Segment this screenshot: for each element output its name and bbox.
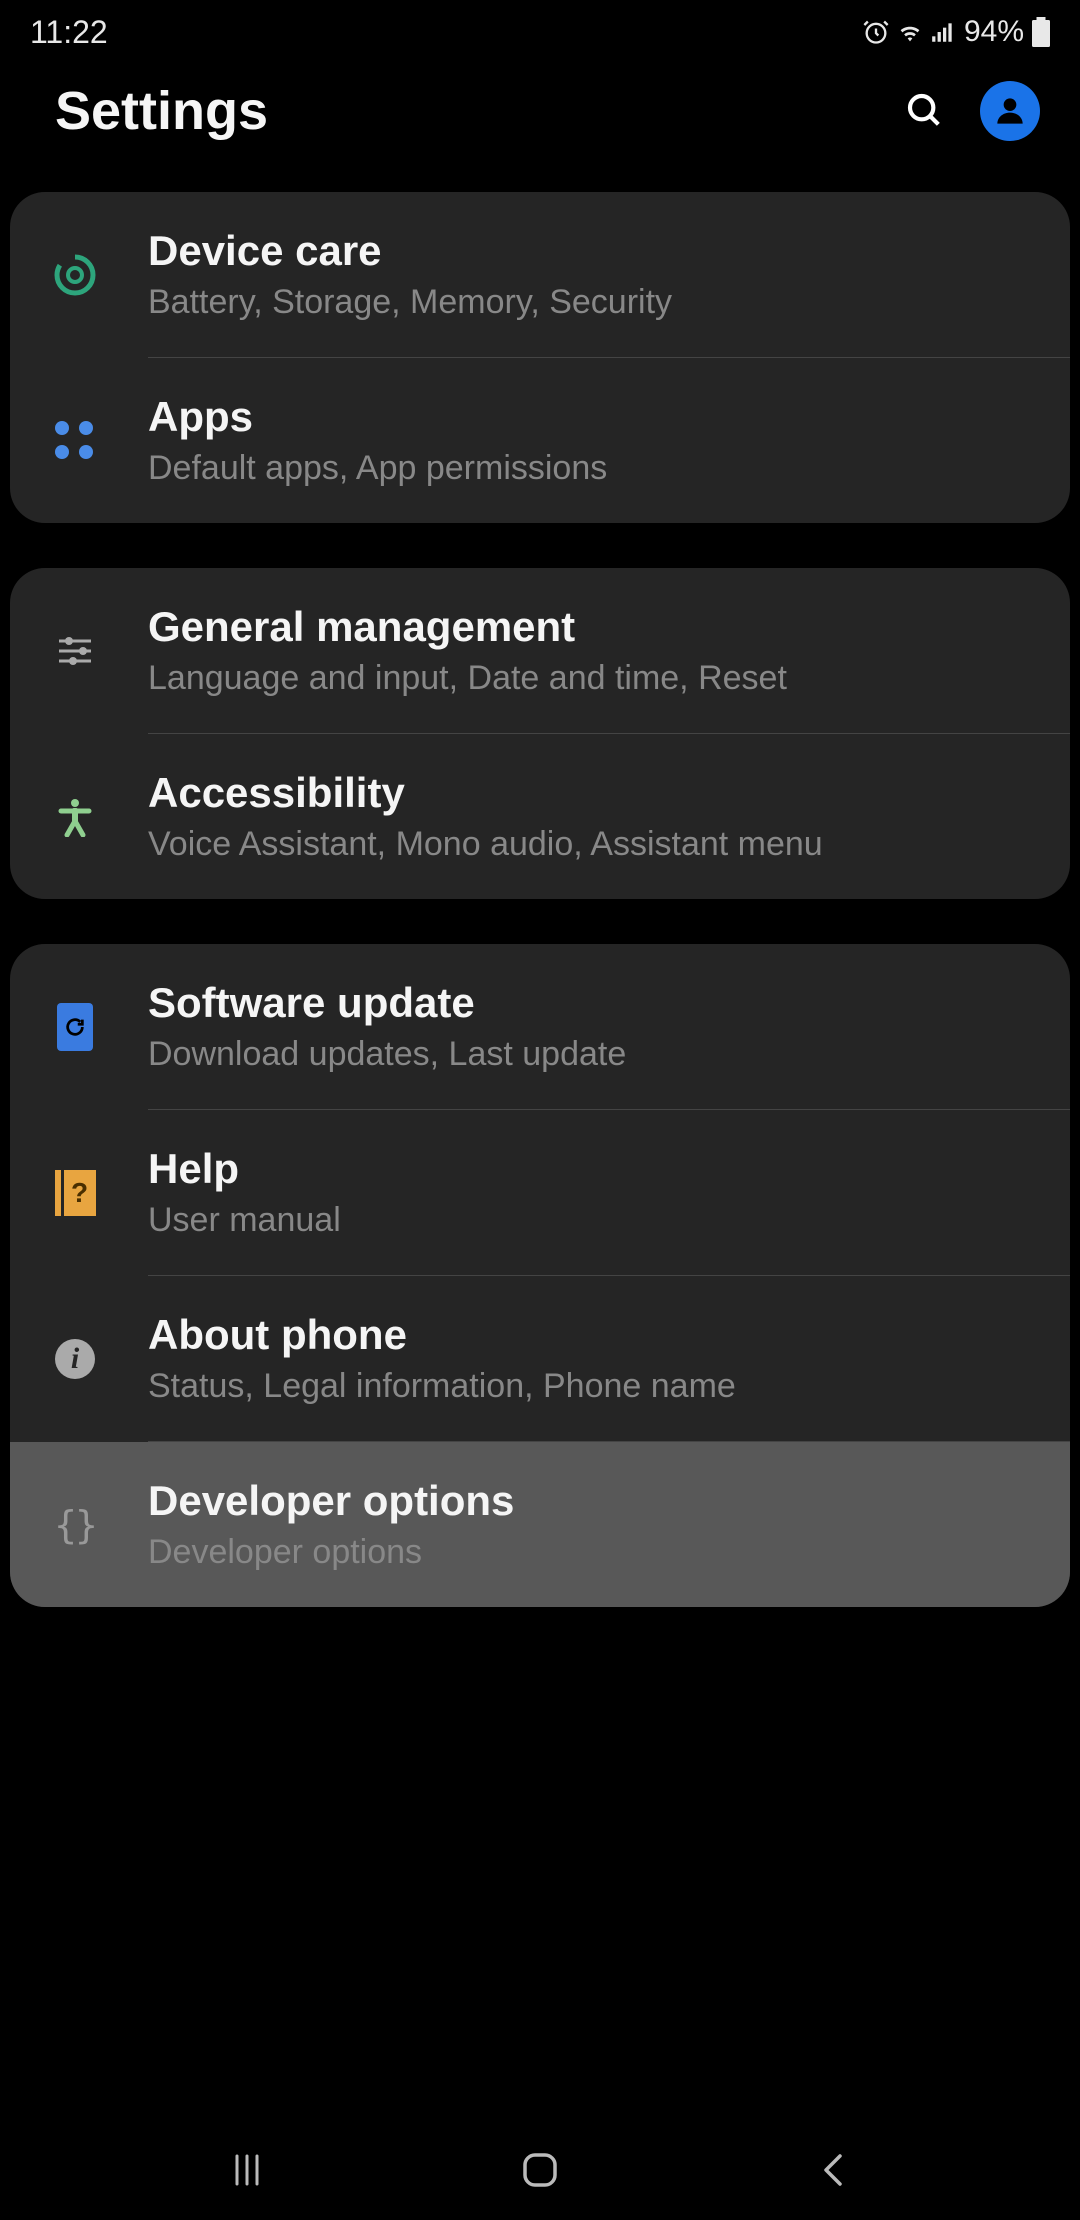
item-title: Developer options — [148, 1477, 1040, 1525]
item-content: Software update Download updates, Last u… — [148, 979, 1040, 1074]
item-content: About phone Status, Legal information, P… — [148, 1311, 1040, 1406]
sliders-icon — [40, 631, 110, 671]
home-button[interactable] — [515, 2145, 565, 2195]
device-care-icon — [40, 251, 110, 299]
settings-item-help[interactable]: ? Help User manual — [10, 1110, 1070, 1275]
software-update-icon — [40, 1003, 110, 1051]
item-subtitle: Battery, Storage, Memory, Security — [148, 283, 1040, 322]
status-right: 94% — [862, 15, 1050, 49]
profile-button[interactable] — [980, 81, 1040, 141]
header: Settings — [0, 60, 1080, 192]
alarm-icon — [862, 18, 890, 46]
item-subtitle: Language and input, Date and time, Reset — [148, 659, 1040, 698]
apps-icon — [40, 421, 110, 461]
battery-icon — [1032, 17, 1050, 47]
battery-percent: 94% — [964, 15, 1024, 49]
status-icons — [862, 18, 956, 46]
settings-item-device-care[interactable]: Device care Battery, Storage, Memory, Se… — [10, 192, 1070, 357]
settings-item-developer-options[interactable]: {} Developer options Developer options — [10, 1442, 1070, 1607]
settings-item-general-management[interactable]: General management Language and input, D… — [10, 568, 1070, 733]
info-icon: i — [40, 1339, 110, 1379]
help-icon: ? — [40, 1170, 110, 1216]
search-icon[interactable] — [905, 91, 945, 131]
page-title: Settings — [55, 80, 268, 142]
item-title: Software update — [148, 979, 1040, 1027]
header-actions — [905, 81, 1040, 141]
back-button[interactable] — [808, 2145, 858, 2195]
status-time: 11:22 — [30, 14, 108, 51]
settings-item-software-update[interactable]: Software update Download updates, Last u… — [10, 944, 1070, 1109]
recent-apps-button[interactable] — [222, 2145, 272, 2195]
item-subtitle: Developer options — [148, 1533, 1040, 1572]
item-content: Accessibility Voice Assistant, Mono audi… — [148, 769, 1040, 864]
status-bar: 11:22 94% — [0, 0, 1080, 60]
settings-group: Device care Battery, Storage, Memory, Se… — [10, 192, 1070, 523]
settings-group: General management Language and input, D… — [10, 568, 1070, 899]
settings-groups: Device care Battery, Storage, Memory, Se… — [0, 192, 1080, 1607]
item-content: Developer options Developer options — [148, 1477, 1040, 1572]
settings-item-apps[interactable]: Apps Default apps, App permissions — [10, 358, 1070, 523]
accessibility-icon — [40, 797, 110, 837]
item-subtitle: Status, Legal information, Phone name — [148, 1367, 1040, 1406]
item-subtitle: User manual — [148, 1201, 1040, 1240]
item-subtitle: Voice Assistant, Mono audio, Assistant m… — [148, 825, 1040, 864]
item-title: Help — [148, 1145, 1040, 1193]
item-content: Help User manual — [148, 1145, 1040, 1240]
item-title: Device care — [148, 227, 1040, 275]
item-subtitle: Default apps, App permissions — [148, 449, 1040, 488]
person-icon — [991, 92, 1029, 130]
signal-icon — [930, 19, 956, 45]
item-content: General management Language and input, D… — [148, 603, 1040, 698]
item-title: About phone — [148, 1311, 1040, 1359]
item-content: Device care Battery, Storage, Memory, Se… — [148, 227, 1040, 322]
settings-item-accessibility[interactable]: Accessibility Voice Assistant, Mono audi… — [10, 734, 1070, 899]
braces-icon: {} — [40, 1503, 110, 1547]
wifi-icon — [896, 18, 924, 46]
settings-group: Software update Download updates, Last u… — [10, 944, 1070, 1607]
item-title: Accessibility — [148, 769, 1040, 817]
item-title: Apps — [148, 393, 1040, 441]
navigation-bar — [0, 2120, 1080, 2220]
item-subtitle: Download updates, Last update — [148, 1035, 1040, 1074]
settings-item-about-phone[interactable]: i About phone Status, Legal information,… — [10, 1276, 1070, 1441]
item-title: General management — [148, 603, 1040, 651]
item-content: Apps Default apps, App permissions — [148, 393, 1040, 488]
